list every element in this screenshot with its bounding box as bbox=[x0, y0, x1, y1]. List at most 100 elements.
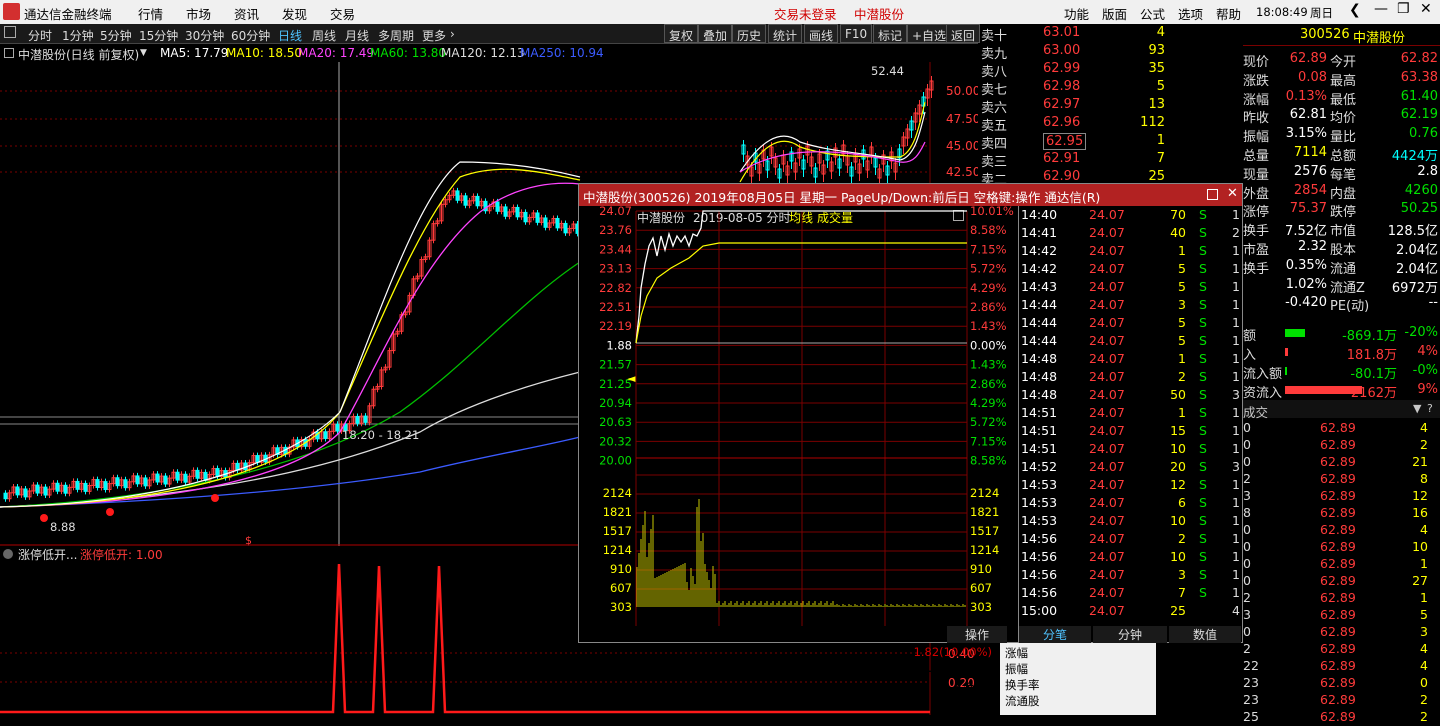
popup-pct-tick: 5.72% bbox=[970, 262, 1007, 276]
tick-time: 0 bbox=[1243, 573, 1251, 588]
login-status-link[interactable]: 交易未登录 bbox=[774, 4, 837, 23]
popup-tick-count: 1 bbox=[1232, 585, 1240, 600]
capital-pct: -20% bbox=[1404, 325, 1438, 340]
menu-item-help[interactable]: 帮助 bbox=[1216, 4, 1241, 23]
popup-titlebar[interactable]: 中潜股份(300526) 2019年08月05日 星期一 PageUp/Down… bbox=[579, 184, 1242, 206]
restore-icon[interactable]: ❐ bbox=[1397, 1, 1410, 17]
tick-row: 25 62.89 2 bbox=[1243, 709, 1440, 726]
tick-time: 2 bbox=[1243, 471, 1251, 486]
period-tick[interactable]: 分时 bbox=[28, 27, 52, 44]
orderbook-price: 63.00 bbox=[1043, 43, 1081, 58]
menu-item-news[interactable]: 资讯 bbox=[234, 4, 259, 23]
popup-tick-row: 14:56 24.07 2 S 1 bbox=[1019, 530, 1242, 548]
orderbook-row[interactable]: 卖九 63.00 93 bbox=[979, 42, 1243, 62]
popup-pct-tick: 4.29% bbox=[970, 396, 1007, 410]
popup-tick-row: 14:48 24.07 2 S 1 bbox=[1019, 368, 1242, 386]
kline-dropdown-icon[interactable]: ▼ bbox=[140, 48, 147, 58]
period-weekly[interactable]: 周线 bbox=[312, 27, 336, 44]
popup-close-icon[interactable]: ✕ bbox=[1227, 186, 1238, 201]
period-5min[interactable]: 5分钟 bbox=[100, 27, 132, 44]
popup-tab-ticks[interactable]: 分笔 bbox=[1019, 626, 1091, 643]
tool-add-favorite[interactable]: +自选 bbox=[907, 24, 952, 43]
filter-icon[interactable]: ▼ bbox=[1413, 402, 1421, 415]
quote-value-1: 62.89 bbox=[1289, 51, 1327, 66]
tool-history[interactable]: 历史 bbox=[732, 24, 767, 43]
period-monthly[interactable]: 月线 bbox=[345, 27, 369, 44]
period-more[interactable]: 更多 bbox=[422, 27, 446, 44]
menu-item-layout[interactable]: 版面 bbox=[1102, 4, 1127, 23]
orderbook-row[interactable]: 卖四 62.95 1 bbox=[979, 132, 1243, 152]
ma20-label: MA20: 17.49 bbox=[298, 46, 375, 60]
menu-item-formula[interactable]: 公式 bbox=[1140, 4, 1165, 23]
tick-price: 62.89 bbox=[1320, 658, 1356, 673]
menu-item-function[interactable]: 功能 bbox=[1064, 4, 1089, 23]
tool-f10[interactable]: F10 bbox=[840, 24, 873, 43]
tool-stats[interactable]: 统计 bbox=[768, 24, 803, 43]
period-multi[interactable]: 多周期 bbox=[378, 27, 414, 44]
period-60min[interactable]: 60分钟 bbox=[231, 27, 270, 44]
tool-draw[interactable]: 画线 bbox=[804, 24, 839, 43]
kline-toggle-icon[interactable] bbox=[4, 48, 14, 58]
popup-tick-count: 3 bbox=[1232, 459, 1240, 474]
back-arrow-icon[interactable]: ❮ bbox=[1349, 2, 1361, 18]
popup-tick-count: 1 bbox=[1232, 297, 1240, 312]
popup-tick-count: 1 bbox=[1232, 279, 1240, 294]
popup-tick-time: 14:43 bbox=[1021, 279, 1058, 294]
tick-vol: 2 bbox=[1420, 692, 1428, 707]
tick-row: 0 62.89 2 bbox=[1243, 437, 1440, 454]
orderbook-row[interactable]: 卖三 62.91 7 bbox=[979, 150, 1243, 170]
popup-tick-row: 14:52 24.07 20 S 3 bbox=[1019, 458, 1242, 476]
tick-vol: 1 bbox=[1420, 556, 1428, 571]
price-label-42: 42.50 bbox=[946, 165, 978, 179]
stock-name-link[interactable]: 中潜股份 bbox=[854, 4, 904, 23]
indicator-toggle-icon[interactable] bbox=[3, 549, 13, 559]
minimize-icon[interactable]: — bbox=[1374, 1, 1388, 17]
popup-pct-tick: 4.29% bbox=[970, 281, 1007, 295]
tool-back[interactable]: 返回 bbox=[946, 24, 981, 43]
quote-row: 市盈 2.32 股本 2.04亿 bbox=[1243, 238, 1440, 258]
orderbook-row[interactable]: 卖六 62.97 13 bbox=[979, 96, 1243, 116]
popup-tab-minutes[interactable]: 分钟 bbox=[1093, 626, 1167, 643]
orderbook-row[interactable]: 卖八 62.99 35 bbox=[979, 60, 1243, 80]
orderbook-row[interactable]: 卖五 62.96 112 bbox=[979, 114, 1243, 134]
popup-tick-count: 3 bbox=[1232, 387, 1240, 402]
tool-restore-rights[interactable]: 复权 bbox=[664, 24, 699, 43]
period-15min[interactable]: 15分钟 bbox=[139, 27, 178, 44]
popup-restore-icon[interactable] bbox=[1207, 189, 1218, 200]
help-icon[interactable]: ? bbox=[1427, 402, 1433, 415]
period-1min[interactable]: 1分钟 bbox=[62, 27, 94, 44]
popup-tick-row: 14:41 24.07 40 S 2 bbox=[1019, 224, 1242, 242]
period-toggle-icon[interactable] bbox=[4, 26, 16, 38]
quote-value-2: 50.25 bbox=[1400, 201, 1438, 217]
popup-tick-side: S bbox=[1199, 441, 1207, 456]
intraday-chart[interactable]: 24.07 23.76 23.44 23.13 22.82 22.51 22.19 1.88 2… bbox=[579, 206, 1019, 626]
close-icon[interactable]: ✕ bbox=[1420, 1, 1432, 17]
menu-item-markets[interactable]: 市场 bbox=[186, 4, 211, 23]
popup-pct-tick: 2.86% bbox=[970, 300, 1007, 314]
kline-candle bbox=[135, 475, 140, 485]
popup-tick-count: 2 bbox=[1232, 225, 1240, 240]
menu-item-options[interactable]: 选项 bbox=[1178, 4, 1203, 23]
orderbook-row[interactable]: 卖七 62.98 5 bbox=[979, 78, 1243, 98]
capital-label: 入 bbox=[1243, 348, 1257, 363]
tool-mark[interactable]: 标记 bbox=[873, 24, 908, 43]
menu-item-discover[interactable]: 发现 bbox=[282, 4, 307, 23]
tool-overlay[interactable]: 叠加 bbox=[698, 24, 733, 43]
quote-label-1: 涨停 bbox=[1243, 205, 1270, 221]
more-chevron-icon[interactable]: › bbox=[450, 27, 455, 41]
menu-item-market[interactable]: 行情 bbox=[138, 4, 163, 23]
quote-label-1: 换手 bbox=[1243, 224, 1270, 240]
popup-tab-values[interactable]: 数值 bbox=[1169, 626, 1241, 643]
period-30min[interactable]: 30分钟 bbox=[185, 27, 224, 44]
quote-value-2: 128.5亿 bbox=[1387, 224, 1438, 240]
menu-item-trade[interactable]: 交易 bbox=[330, 4, 355, 23]
tick-time: 0 bbox=[1243, 437, 1251, 452]
period-daily[interactable]: 日线 bbox=[278, 27, 302, 44]
orderbook-row[interactable]: 卖十 63.01 4 bbox=[979, 24, 1243, 44]
popup-tab-operate[interactable]: 操作 bbox=[947, 626, 1007, 643]
orderbook-vol: 112 bbox=[1140, 115, 1165, 130]
tick-time: 0 bbox=[1243, 454, 1251, 469]
popup-price-tick: 20.94 bbox=[599, 396, 632, 410]
orderbook-price: 62.97 bbox=[1043, 97, 1081, 112]
quote-label-1: 涨跌 bbox=[1243, 73, 1270, 89]
